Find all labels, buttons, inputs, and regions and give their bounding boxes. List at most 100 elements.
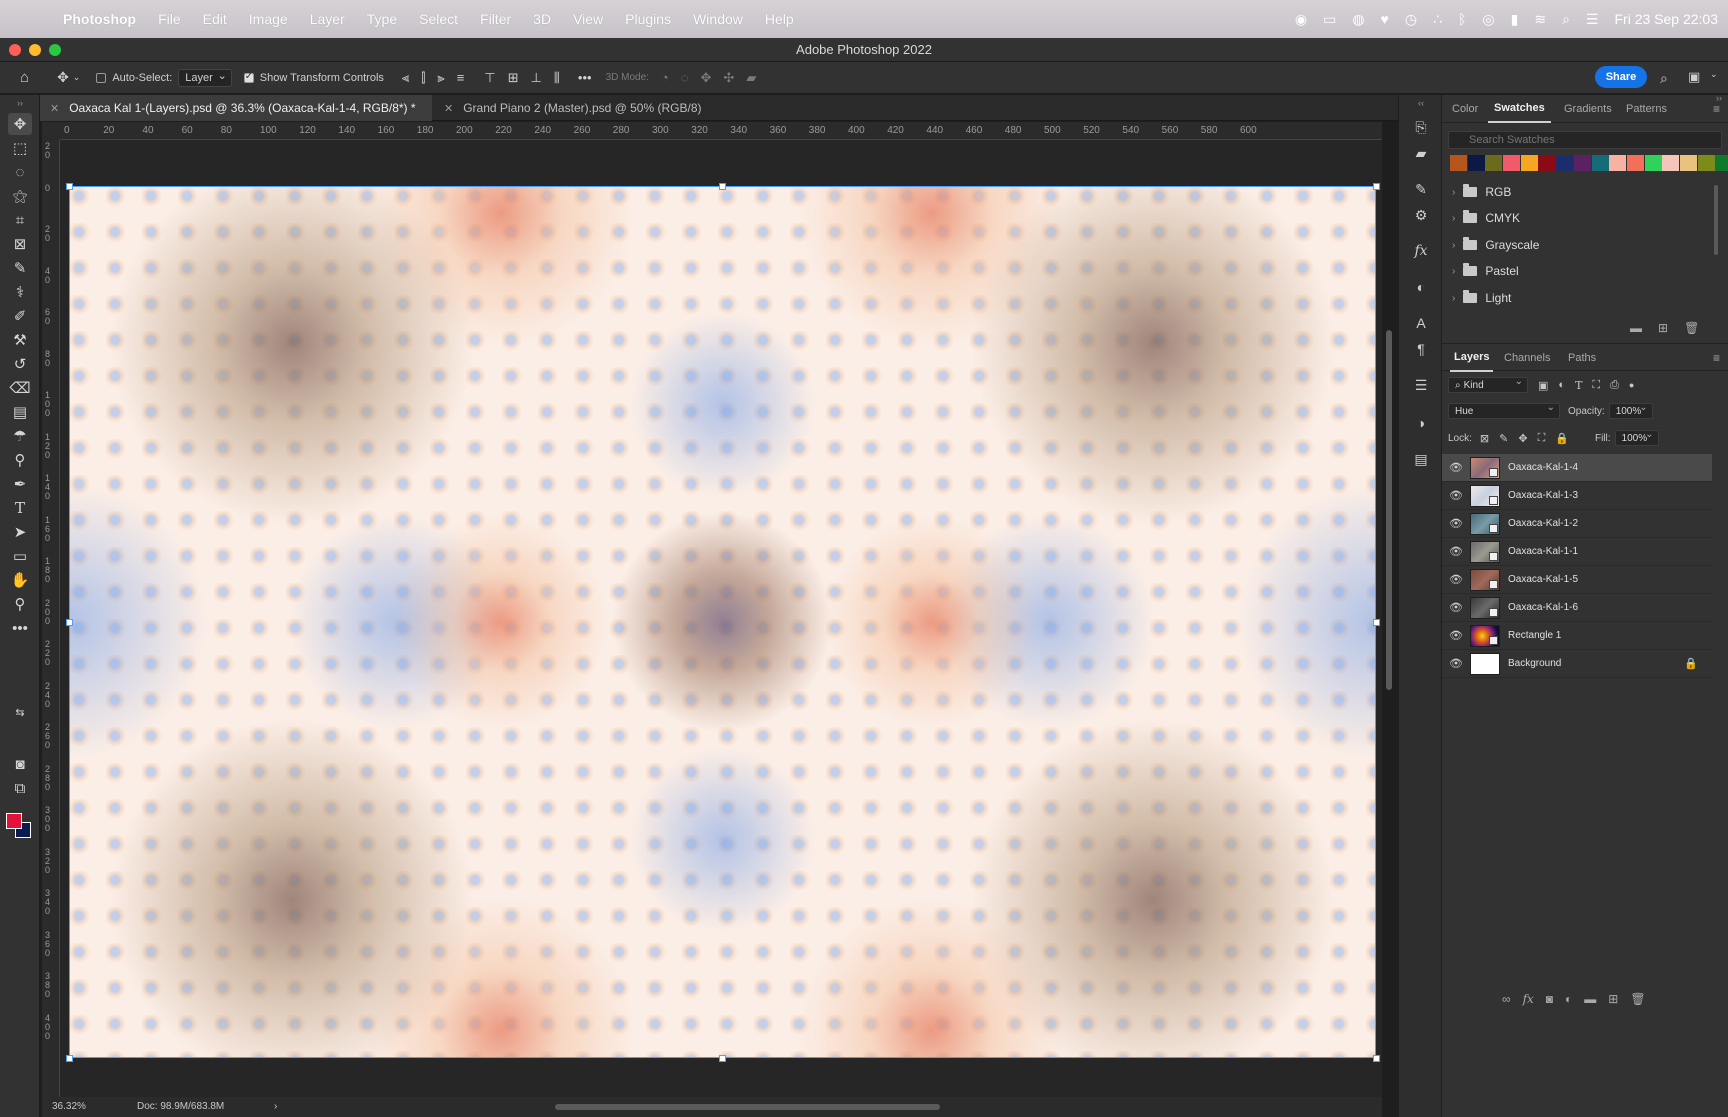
swatch-group-rgb[interactable]: › RGB <box>1452 181 1511 203</box>
align-left-icon[interactable]: ⫷ <box>402 70 409 86</box>
layer-row[interactable]: 👁 Oaxaca-Kal-1-5 <box>1442 566 1712 594</box>
wifi-icon[interactable]: ≋ <box>1534 11 1546 28</box>
marquee-tool-icon[interactable]: ⬚ <box>8 137 32 159</box>
menu-file[interactable]: File <box>147 11 192 27</box>
paragraph-panel-icon[interactable]: ¶ <box>1411 339 1431 359</box>
opacity-input[interactable]: 100% <box>1608 402 1653 419</box>
path-selection-tool-icon[interactable]: ➤ <box>8 521 32 543</box>
tab-channels[interactable]: Channels <box>1504 344 1550 372</box>
swatch[interactable] <box>1715 155 1728 171</box>
lock-all-icon[interactable]: 🔒 <box>1555 432 1569 445</box>
filter-toggle-icon[interactable]: ● <box>1629 380 1634 390</box>
tab-color[interactable]: Color <box>1452 95 1478 123</box>
blur-tool-icon[interactable]: ☂ <box>8 425 32 447</box>
transform-handle-bottom-center[interactable] <box>719 1055 726 1062</box>
link-layers-icon[interactable]: ∞ <box>1502 992 1511 1012</box>
transform-handle-bottom-left[interactable] <box>66 1055 73 1062</box>
lock-artboard-icon[interactable]: ⛶ <box>1538 432 1546 445</box>
transform-handle-top-left[interactable] <box>66 183 73 190</box>
visibility-eye-icon[interactable]: 👁 <box>1442 573 1470 586</box>
menu-3d[interactable]: 3D <box>522 11 562 27</box>
comments-panel-icon[interactable]: ▰ <box>1411 143 1431 163</box>
transform-handle-middle-left[interactable] <box>66 619 73 626</box>
screen-mode-icon[interactable]: ⧉ <box>8 777 32 799</box>
layer-row[interactable]: 👁 Oaxaca-Kal-1-6 <box>1442 594 1712 622</box>
filter-pixel-icon[interactable]: ▣ <box>1538 379 1548 392</box>
clone-stamp-tool-icon[interactable]: ⚒ <box>8 329 32 351</box>
layer-row[interactable]: 👁 Oaxaca-Kal-1-4 <box>1442 454 1712 482</box>
delete-swatch-icon[interactable]: 🗑 <box>1684 321 1699 335</box>
layer-row[interactable]: 👁 Oaxaca-Kal-1-2 <box>1442 510 1712 538</box>
align-bottom-icon[interactable]: ⊥ <box>531 70 542 86</box>
eyedropper-tool-icon[interactable]: ✎ <box>8 257 32 279</box>
search-icon[interactable]: ⌕ <box>1660 70 1668 87</box>
brush-settings-icon[interactable]: ✎ <box>1411 179 1431 199</box>
search-swatches-input[interactable] <box>1448 131 1722 149</box>
filter-adjustment-icon[interactable]: ◐ <box>1558 379 1565 391</box>
app-status-icon[interactable]: ◍ <box>1352 11 1364 28</box>
lasso-tool-icon[interactable]: ◌ <box>8 161 32 183</box>
heart-icon[interactable]: ♥ <box>1381 11 1389 27</box>
menu-image[interactable]: Image <box>238 11 299 27</box>
tab-patterns[interactable]: Patterns <box>1626 95 1667 123</box>
default-colors-icon[interactable]: ⇆ <box>8 701 32 723</box>
zoom-tool-icon[interactable]: ⚲ <box>8 593 32 615</box>
hand-tool-icon[interactable]: ✋ <box>8 569 32 591</box>
quick-mask-icon[interactable]: ◙ <box>8 753 32 775</box>
tab-layers[interactable]: Layers <box>1450 344 1494 372</box>
align-right-icon[interactable]: ⫸ <box>437 70 444 86</box>
zoom-level[interactable]: 36.32% <box>52 1101 86 1112</box>
tab-oaxaca[interactable]: ✕ Oaxaca Kal 1-(Layers).psd @ 36.3% (Oax… <box>40 95 432 121</box>
swatch[interactable] <box>1520 155 1538 171</box>
lock-position-icon[interactable]: ✥ <box>1518 432 1527 445</box>
new-layer-icon[interactable]: ⊞ <box>1608 992 1618 1012</box>
history-panel-icon[interactable]: ⎘ <box>1411 117 1431 137</box>
workspace-icon[interactable]: ▣ <box>1688 69 1700 85</box>
swatch[interactable] <box>1591 155 1609 171</box>
vertical-scrollbar[interactable] <box>1386 330 1392 690</box>
show-transform-checkbox[interactable]: Show Transform Controls <box>243 71 384 84</box>
distribute-v-icon[interactable]: ⫼ <box>554 70 560 86</box>
visibility-eye-icon[interactable]: 👁 <box>1442 657 1470 670</box>
edit-toolbar-icon[interactable]: ••• <box>8 617 32 639</box>
vertical-ruler[interactable]: 20 0 20 40 60 80 100 120 140 160 180 200 220 240 260 28… <box>42 140 60 1097</box>
rectangle-tool-icon[interactable]: ▭ <box>8 545 32 567</box>
swatch[interactable] <box>1697 155 1715 171</box>
workspace-chevron-icon[interactable]: ⌄ <box>1710 69 1718 80</box>
auto-select-checkbox[interactable]: Auto-Select: <box>96 72 172 84</box>
swatch-group-pastel[interactable]: › Pastel <box>1452 260 1519 282</box>
fill-input[interactable]: 100% <box>1614 429 1659 446</box>
healing-brush-tool-icon[interactable]: ⚕ <box>8 281 32 303</box>
menu-window[interactable]: Window <box>682 11 754 27</box>
visibility-eye-icon[interactable]: 👁 <box>1442 545 1470 558</box>
close-tab-icon[interactable]: ✕ <box>50 102 59 115</box>
preset-chevron-icon[interactable]: ⌄ <box>73 72 81 83</box>
layer-row[interactable]: 👁 Background 🔒 <box>1442 650 1712 678</box>
delete-layer-icon[interactable]: 🗑 <box>1630 992 1645 1012</box>
foreground-color-swatch[interactable] <box>6 813 22 829</box>
visibility-eye-icon[interactable]: 👁 <box>1442 489 1470 502</box>
clock[interactable]: Fri 23 Sep 22:03 <box>1614 11 1718 27</box>
control-center-icon[interactable]: ☰ <box>1586 11 1599 28</box>
magic-wand-tool-icon[interactable]: ⚝ <box>8 185 32 207</box>
bluetooth-icon[interactable]: ᛒ <box>1458 11 1466 27</box>
tab-grand-piano[interactable]: ✕ Grand Piano 2 (Master).psd @ 50% (RGB/… <box>434 95 734 121</box>
frame-tool-icon[interactable]: ⊠ <box>8 233 32 255</box>
layer-filter-dropdown[interactable]: ⌕ Kind <box>1448 376 1528 393</box>
creative-cloud-icon[interactable]: ◉ <box>1295 11 1307 28</box>
airdrop-icon[interactable]: ◎ <box>1482 11 1494 28</box>
swatch[interactable] <box>1556 155 1574 171</box>
color-panel-icon[interactable]: ◑ <box>1411 413 1431 433</box>
swatch[interactable] <box>1450 155 1467 171</box>
move-tool-icon[interactable]: ✥ <box>8 113 32 135</box>
swatch[interactable] <box>1644 155 1662 171</box>
brush-tool-icon[interactable]: ✐ <box>8 305 32 327</box>
tab-paths[interactable]: Paths <box>1568 344 1596 372</box>
adjustments-panel-icon[interactable]: ◐ <box>1411 277 1431 297</box>
layer-style-icon[interactable]: fx <box>1523 992 1534 1012</box>
align-top-icon[interactable]: ⊤ <box>484 70 495 86</box>
dodge-tool-icon[interactable]: ⚲ <box>8 449 32 471</box>
align-center-h-icon[interactable]: ⫿ <box>421 70 425 86</box>
transform-handle-middle-right[interactable] <box>1373 619 1380 626</box>
horizontal-scrollbar[interactable] <box>555 1104 940 1110</box>
